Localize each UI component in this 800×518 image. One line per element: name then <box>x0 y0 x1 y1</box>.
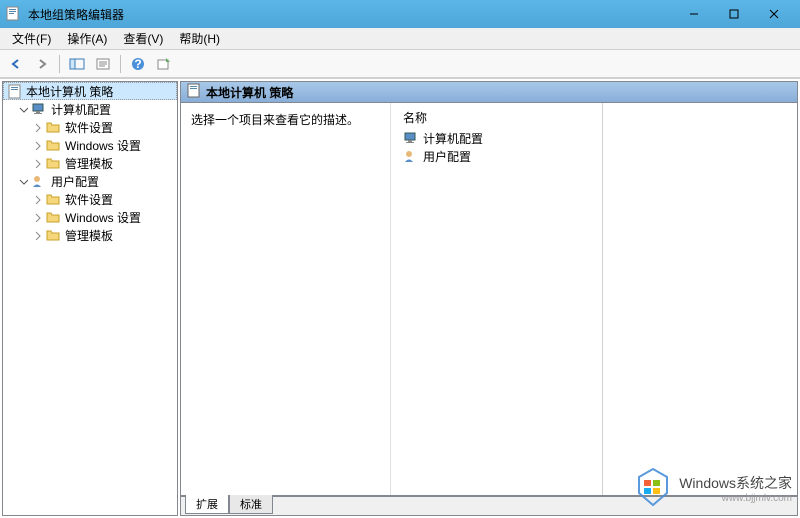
computer-icon <box>31 101 47 117</box>
user-icon <box>403 148 419 164</box>
forward-button[interactable] <box>30 53 54 75</box>
titlebar: 本地组策略编辑器 <box>0 0 800 28</box>
toolbar: ? <box>0 50 800 78</box>
list-item-computer[interactable]: 计算机配置 <box>399 129 594 147</box>
tree-computer-windows[interactable]: Windows 设置 <box>3 136 177 154</box>
tree-computer-config[interactable]: 计算机配置 <box>3 100 177 118</box>
collapse-icon[interactable] <box>17 175 29 187</box>
export-button[interactable] <box>152 53 176 75</box>
menu-action[interactable]: 操作(A) <box>59 28 115 49</box>
svg-text:?: ? <box>134 57 141 71</box>
right-header: 本地计算机 策略 <box>180 81 798 103</box>
tree-label: Windows 设置 <box>65 137 141 154</box>
collapse-icon[interactable] <box>17 103 29 115</box>
computer-icon <box>403 130 419 146</box>
folder-icon <box>45 191 61 207</box>
list-item-label: 用户配置 <box>423 148 471 165</box>
list-item-user[interactable]: 用户配置 <box>399 147 594 165</box>
close-button[interactable] <box>754 2 794 26</box>
menubar: 文件(F) 操作(A) 查看(V) 帮助(H) <box>0 28 800 50</box>
tree-label: 本地计算机 策略 <box>26 83 113 100</box>
tree-label: 用户配置 <box>51 173 99 190</box>
back-button[interactable] <box>4 53 28 75</box>
expand-icon[interactable] <box>31 193 43 205</box>
minimize-button[interactable] <box>674 2 714 26</box>
right-body: 选择一个项目来查看它的描述。 名称 计算机配置 用户配置 <box>180 103 798 496</box>
tree-label: 管理模板 <box>65 155 113 172</box>
folder-icon <box>45 209 61 225</box>
window-controls <box>674 2 794 26</box>
expand-icon[interactable] <box>31 121 43 133</box>
right-panel: 本地计算机 策略 选择一个项目来查看它的描述。 名称 计算机配置 用户配置 <box>180 81 798 516</box>
empty-column <box>603 103 798 495</box>
document-icon <box>187 83 200 101</box>
tree-label: 管理模板 <box>65 227 113 244</box>
tree-label: Windows 设置 <box>65 209 141 226</box>
document-icon <box>6 83 22 99</box>
tree-computer-software[interactable]: 软件设置 <box>3 118 177 136</box>
show-hide-tree-button[interactable] <box>65 53 89 75</box>
help-button[interactable]: ? <box>126 53 150 75</box>
description-column: 选择一个项目来查看它的描述。 <box>181 103 391 495</box>
description-text: 选择一个项目来查看它的描述。 <box>191 111 380 128</box>
folder-icon <box>45 227 61 243</box>
tree-user-admin[interactable]: 管理模板 <box>3 226 177 244</box>
list-item-label: 计算机配置 <box>423 130 483 147</box>
window-title: 本地组策略编辑器 <box>28 6 674 23</box>
properties-button[interactable] <box>91 53 115 75</box>
menu-help[interactable]: 帮助(H) <box>171 28 228 49</box>
expand-icon[interactable] <box>31 139 43 151</box>
expand-icon[interactable] <box>31 211 43 223</box>
expand-icon[interactable] <box>31 229 43 241</box>
tree-label: 软件设置 <box>65 191 113 208</box>
menu-file[interactable]: 文件(F) <box>4 28 59 49</box>
tree-label: 软件设置 <box>65 119 113 136</box>
tab-extended[interactable]: 扩展 <box>185 495 229 514</box>
tree-user-software[interactable]: 软件设置 <box>3 190 177 208</box>
tree-root[interactable]: 本地计算机 策略 <box>3 82 177 100</box>
tree-computer-admin[interactable]: 管理模板 <box>3 154 177 172</box>
folder-icon <box>45 137 61 153</box>
list-column: 名称 计算机配置 用户配置 <box>391 103 602 495</box>
folder-icon <box>45 119 61 135</box>
menu-view[interactable]: 查看(V) <box>115 28 171 49</box>
expand-icon[interactable] <box>31 157 43 169</box>
tree-user-config[interactable]: 用户配置 <box>3 172 177 190</box>
tab-standard[interactable]: 标准 <box>229 495 273 514</box>
app-icon <box>6 6 22 22</box>
tree-label: 计算机配置 <box>51 101 111 118</box>
folder-icon <box>45 155 61 171</box>
tree-panel[interactable]: 本地计算机 策略 计算机配置 软件设置 Windows 设置 管理模板 用户配置 <box>2 81 178 516</box>
right-header-text: 本地计算机 策略 <box>206 84 293 101</box>
maximize-button[interactable] <box>714 2 754 26</box>
tree-user-windows[interactable]: Windows 设置 <box>3 208 177 226</box>
tabs: 扩展 标准 <box>180 496 798 516</box>
content-area: 本地计算机 策略 计算机配置 软件设置 Windows 设置 管理模板 用户配置 <box>0 78 800 518</box>
user-icon <box>31 173 47 189</box>
column-header-name[interactable]: 名称 <box>399 107 594 129</box>
